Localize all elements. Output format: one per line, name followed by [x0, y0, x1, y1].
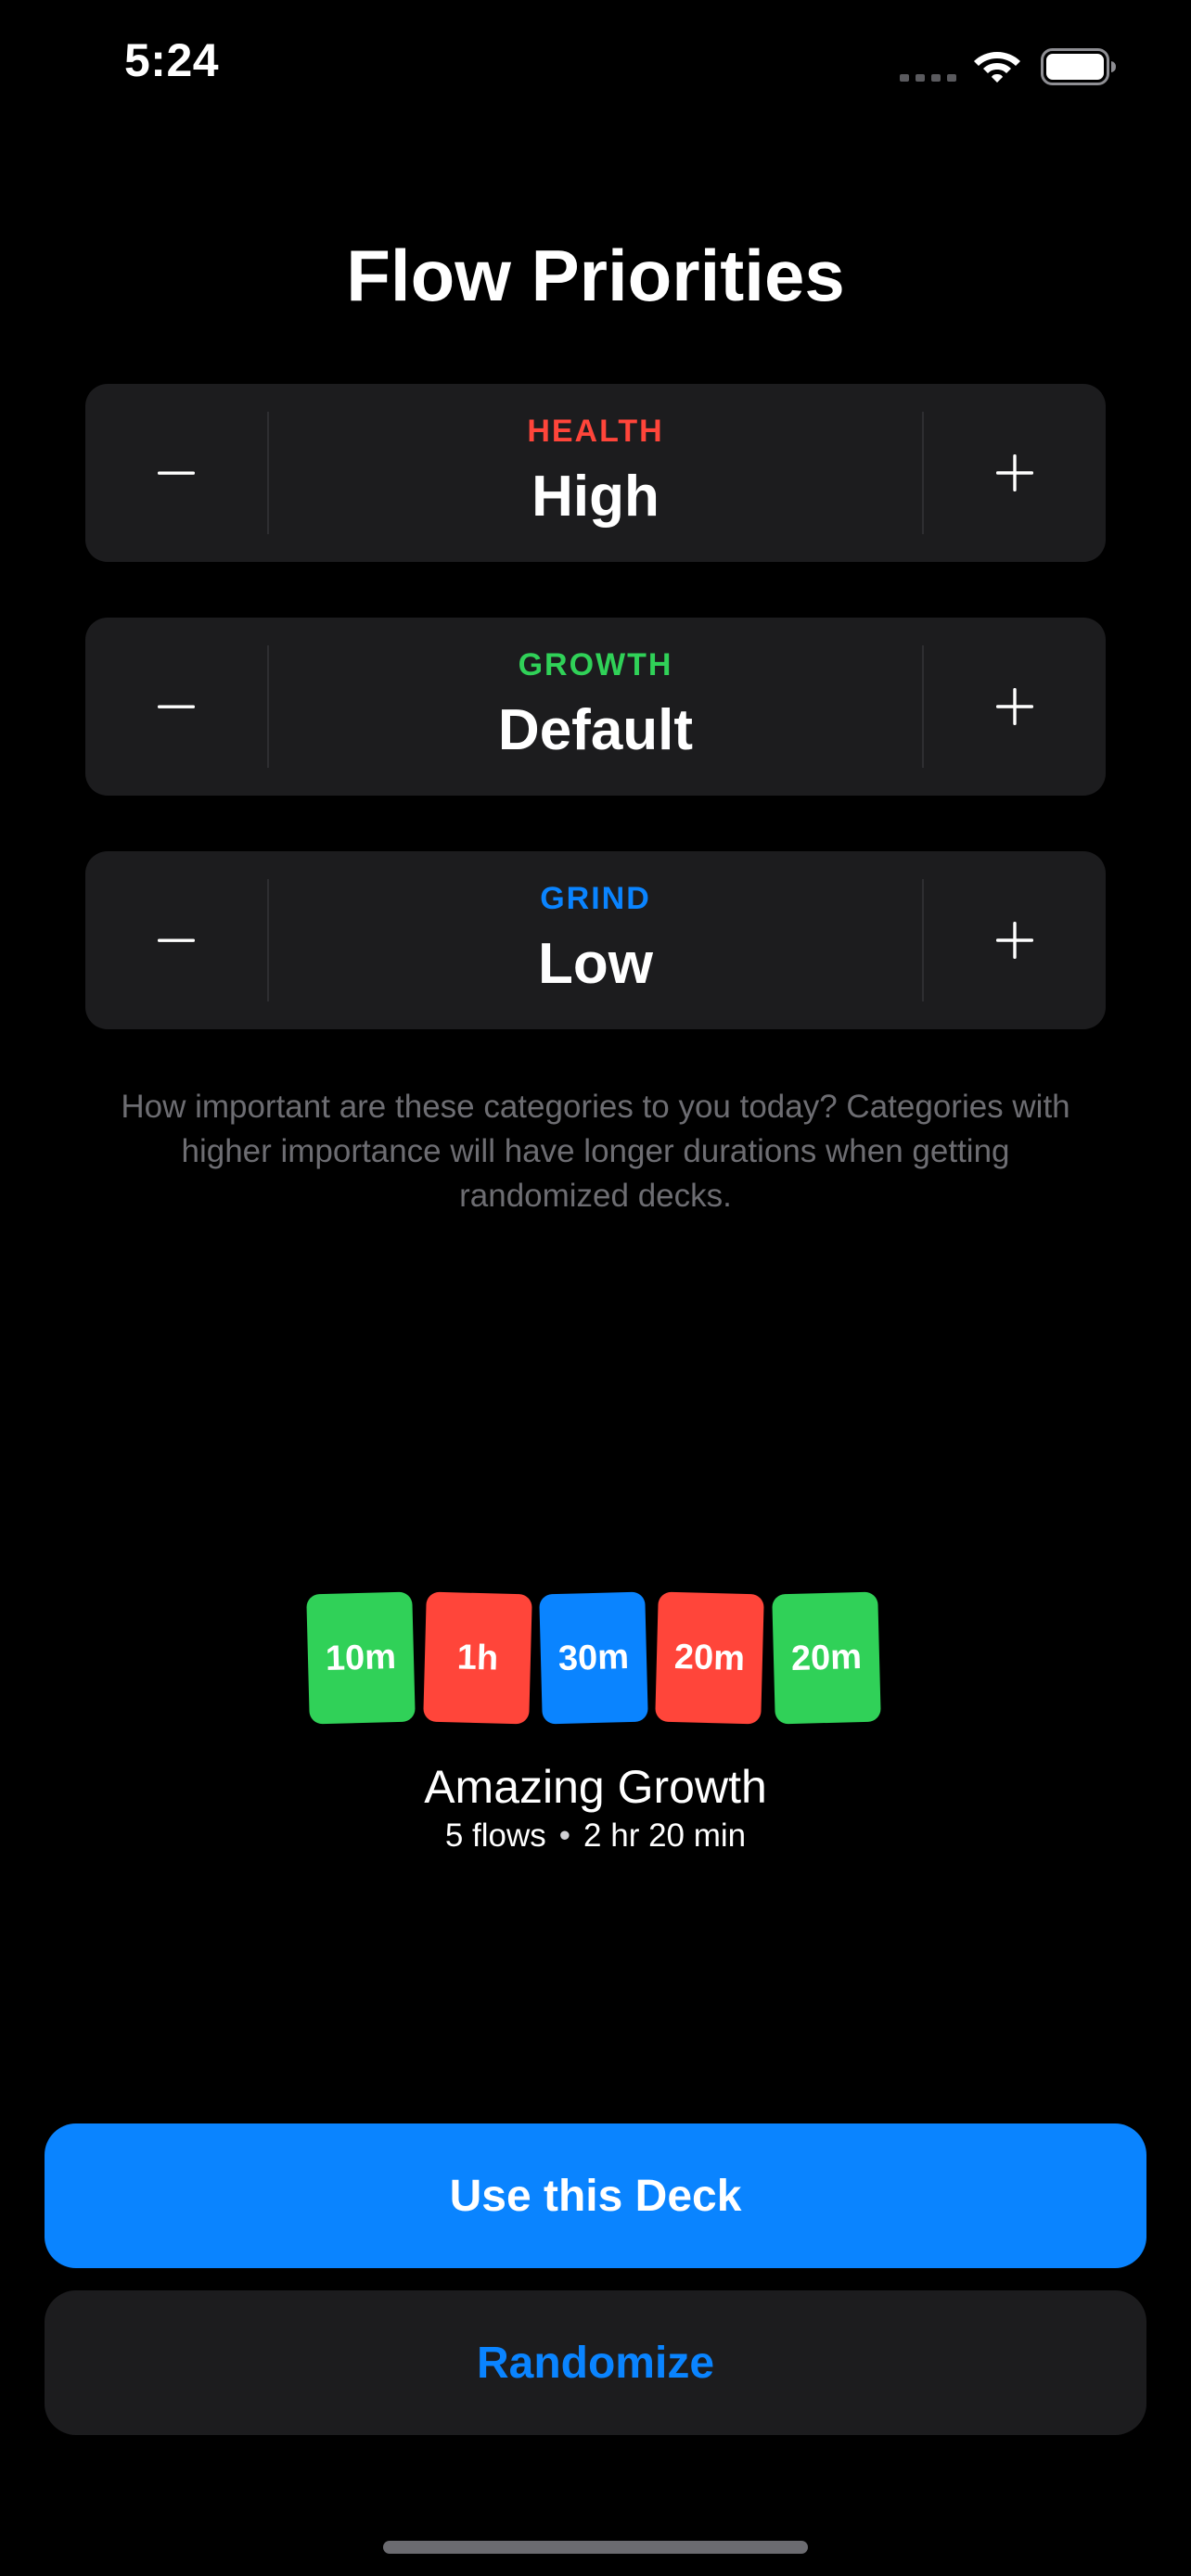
home-indicator[interactable]	[383, 2541, 808, 2554]
plus-icon	[996, 922, 1033, 959]
growth-category-label: GROWTH	[518, 647, 673, 682]
plus-icon	[996, 454, 1033, 491]
deck-name: Amazing Growth	[424, 1761, 767, 1813]
priority-help-text: How important are these categories to yo…	[121, 1089, 1070, 1214]
plus-icon	[996, 688, 1033, 725]
grind-decrease-button[interactable]	[85, 851, 267, 1029]
deck-card: 1h	[423, 1591, 532, 1725]
separator-dot: •	[558, 1817, 571, 1854]
minus-icon	[158, 705, 195, 708]
signal-icon	[900, 74, 956, 82]
status-time: 5:24	[124, 34, 220, 86]
wifi-icon	[974, 52, 1020, 83]
grind-priority-value: Low	[538, 932, 653, 996]
grind-category-label: GRIND	[540, 881, 651, 916]
health-priority-value: High	[531, 465, 660, 529]
deck-card: 20m	[655, 1591, 764, 1725]
deck-summary: 5 flows • 2 hr 20 min	[0, 1817, 1191, 1855]
battery-icon	[1041, 48, 1116, 85]
randomize-button[interactable]: Randomize	[45, 2290, 1146, 2435]
grind-priority-stepper: GRIND Low	[85, 851, 1106, 1029]
minus-icon	[158, 471, 195, 475]
growth-priority-value: Default	[497, 698, 694, 762]
health-priority-display: HEALTH High	[269, 384, 922, 562]
health-increase-button[interactable]	[924, 384, 1106, 562]
page-title: Flow Priorities	[346, 235, 845, 316]
deck-card: 30m	[539, 1591, 648, 1725]
grind-priority-display: GRIND Low	[269, 851, 922, 1029]
grind-increase-button[interactable]	[924, 851, 1106, 1029]
health-priority-stepper: HEALTH High	[85, 384, 1106, 562]
growth-priority-display: GROWTH Default	[269, 618, 922, 796]
deck-card: 20m	[772, 1591, 881, 1725]
growth-decrease-button[interactable]	[85, 618, 267, 796]
deck-card: 10m	[306, 1591, 416, 1725]
use-deck-button[interactable]: Use this Deck	[45, 2123, 1146, 2268]
status-bar: 5:24	[0, 0, 1191, 130]
minus-icon	[158, 938, 195, 942]
deck-duration: 2 hr 20 min	[583, 1817, 747, 1854]
growth-increase-button[interactable]	[924, 618, 1106, 796]
health-decrease-button[interactable]	[85, 384, 267, 562]
growth-priority-stepper: GROWTH Default	[85, 618, 1106, 796]
health-category-label: HEALTH	[527, 414, 664, 449]
deck-flow-count: 5 flows	[444, 1817, 546, 1854]
deck-preview[interactable]: 10m 1h 30m 20m 20m	[306, 1591, 881, 1728]
